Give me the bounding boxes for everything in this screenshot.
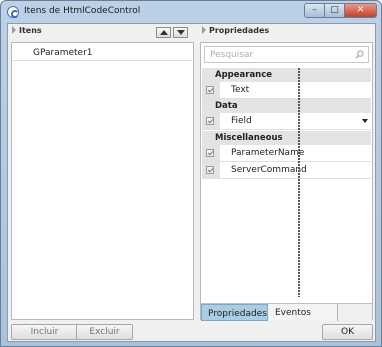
move-up-button[interactable] bbox=[156, 27, 171, 38]
search-input[interactable]: Pesquisar bbox=[204, 46, 369, 63]
property-row-parametername[interactable]: ParameterName bbox=[202, 145, 371, 161]
close-button[interactable]: ✕ bbox=[344, 3, 377, 18]
properties-panel-title: Propriedades bbox=[209, 26, 270, 35]
checkmark-icon bbox=[206, 166, 214, 174]
category-label: Appearance bbox=[215, 70, 273, 80]
property-value-field[interactable] bbox=[301, 113, 371, 129]
arrow-up-icon bbox=[160, 30, 168, 35]
items-panel-title: Itens bbox=[19, 26, 42, 35]
items-panel-header[interactable]: Itens bbox=[12, 26, 42, 40]
row-gutter bbox=[202, 145, 220, 161]
collapse-arrow-icon bbox=[202, 26, 206, 34]
row-separator bbox=[202, 178, 371, 179]
dialog-window: Itens de HtmlCodeControl – □ ✕ Itens GPa… bbox=[0, 0, 382, 347]
property-value-servercommand[interactable] bbox=[301, 162, 371, 178]
category-appearance[interactable]: Appearance bbox=[202, 68, 371, 82]
row-gutter bbox=[13, 45, 31, 61]
grid-splitter[interactable] bbox=[298, 68, 300, 297]
row-gutter bbox=[202, 162, 220, 178]
dialog-client-area: Itens GParameter1 Propriedades Pesquisar bbox=[7, 23, 376, 342]
search-placeholder: Pesquisar bbox=[210, 50, 254, 60]
category-label: Miscellaneous bbox=[215, 133, 283, 143]
row-gutter bbox=[202, 113, 220, 129]
maximize-button[interactable]: □ bbox=[324, 3, 345, 18]
checkmark-icon bbox=[206, 117, 214, 125]
arrow-down-icon bbox=[177, 30, 185, 35]
search-icon[interactable] bbox=[355, 50, 364, 59]
checkmark-icon bbox=[206, 149, 214, 157]
list-item-label: GParameter1 bbox=[33, 48, 93, 58]
app-icon bbox=[7, 6, 19, 18]
tab-eventos[interactable]: Eventos bbox=[269, 304, 338, 321]
property-name: Text bbox=[231, 85, 250, 95]
minimize-button[interactable]: – bbox=[304, 3, 325, 18]
property-grid: Appearance Text Data Field Miscellaneous bbox=[202, 68, 371, 298]
category-data[interactable]: Data bbox=[202, 99, 371, 113]
property-row-servercommand[interactable]: ServerCommand bbox=[202, 162, 371, 178]
property-name: ServerCommand bbox=[231, 165, 307, 175]
properties-panel-header[interactable]: Propriedades bbox=[202, 26, 269, 35]
property-row-text[interactable]: Text bbox=[202, 82, 371, 98]
ok-button[interactable]: OK bbox=[322, 324, 373, 340]
property-name: ParameterName bbox=[231, 148, 305, 158]
category-label: Data bbox=[215, 101, 238, 111]
property-name: Field bbox=[231, 116, 252, 126]
excluir-button[interactable]: Excluir bbox=[76, 324, 133, 340]
checkmark-icon bbox=[206, 86, 214, 94]
row-gutter bbox=[202, 82, 220, 98]
items-list[interactable]: GParameter1 bbox=[11, 42, 194, 320]
category-miscellaneous[interactable]: Miscellaneous bbox=[202, 131, 371, 145]
move-down-button[interactable] bbox=[173, 27, 188, 38]
property-grid-panel: Pesquisar Appearance Text Data Field Mis… bbox=[200, 42, 373, 321]
property-tabs: Propriedades Eventos bbox=[201, 303, 372, 321]
property-row-field[interactable]: Field bbox=[202, 113, 371, 129]
window-title: Itens de HtmlCodeControl bbox=[24, 6, 141, 16]
tab-propriedades[interactable]: Propriedades bbox=[201, 304, 268, 321]
list-item[interactable]: GParameter1 bbox=[13, 45, 192, 61]
title-bar[interactable]: Itens de HtmlCodeControl – □ ✕ bbox=[1, 1, 381, 23]
property-value-parametername[interactable] bbox=[301, 145, 371, 161]
row-separator bbox=[202, 129, 371, 130]
incluir-button[interactable]: Incluir bbox=[11, 324, 78, 340]
property-value-text[interactable] bbox=[301, 82, 371, 98]
dropdown-arrow-icon[interactable] bbox=[362, 119, 368, 123]
collapse-arrow-icon bbox=[12, 26, 16, 34]
